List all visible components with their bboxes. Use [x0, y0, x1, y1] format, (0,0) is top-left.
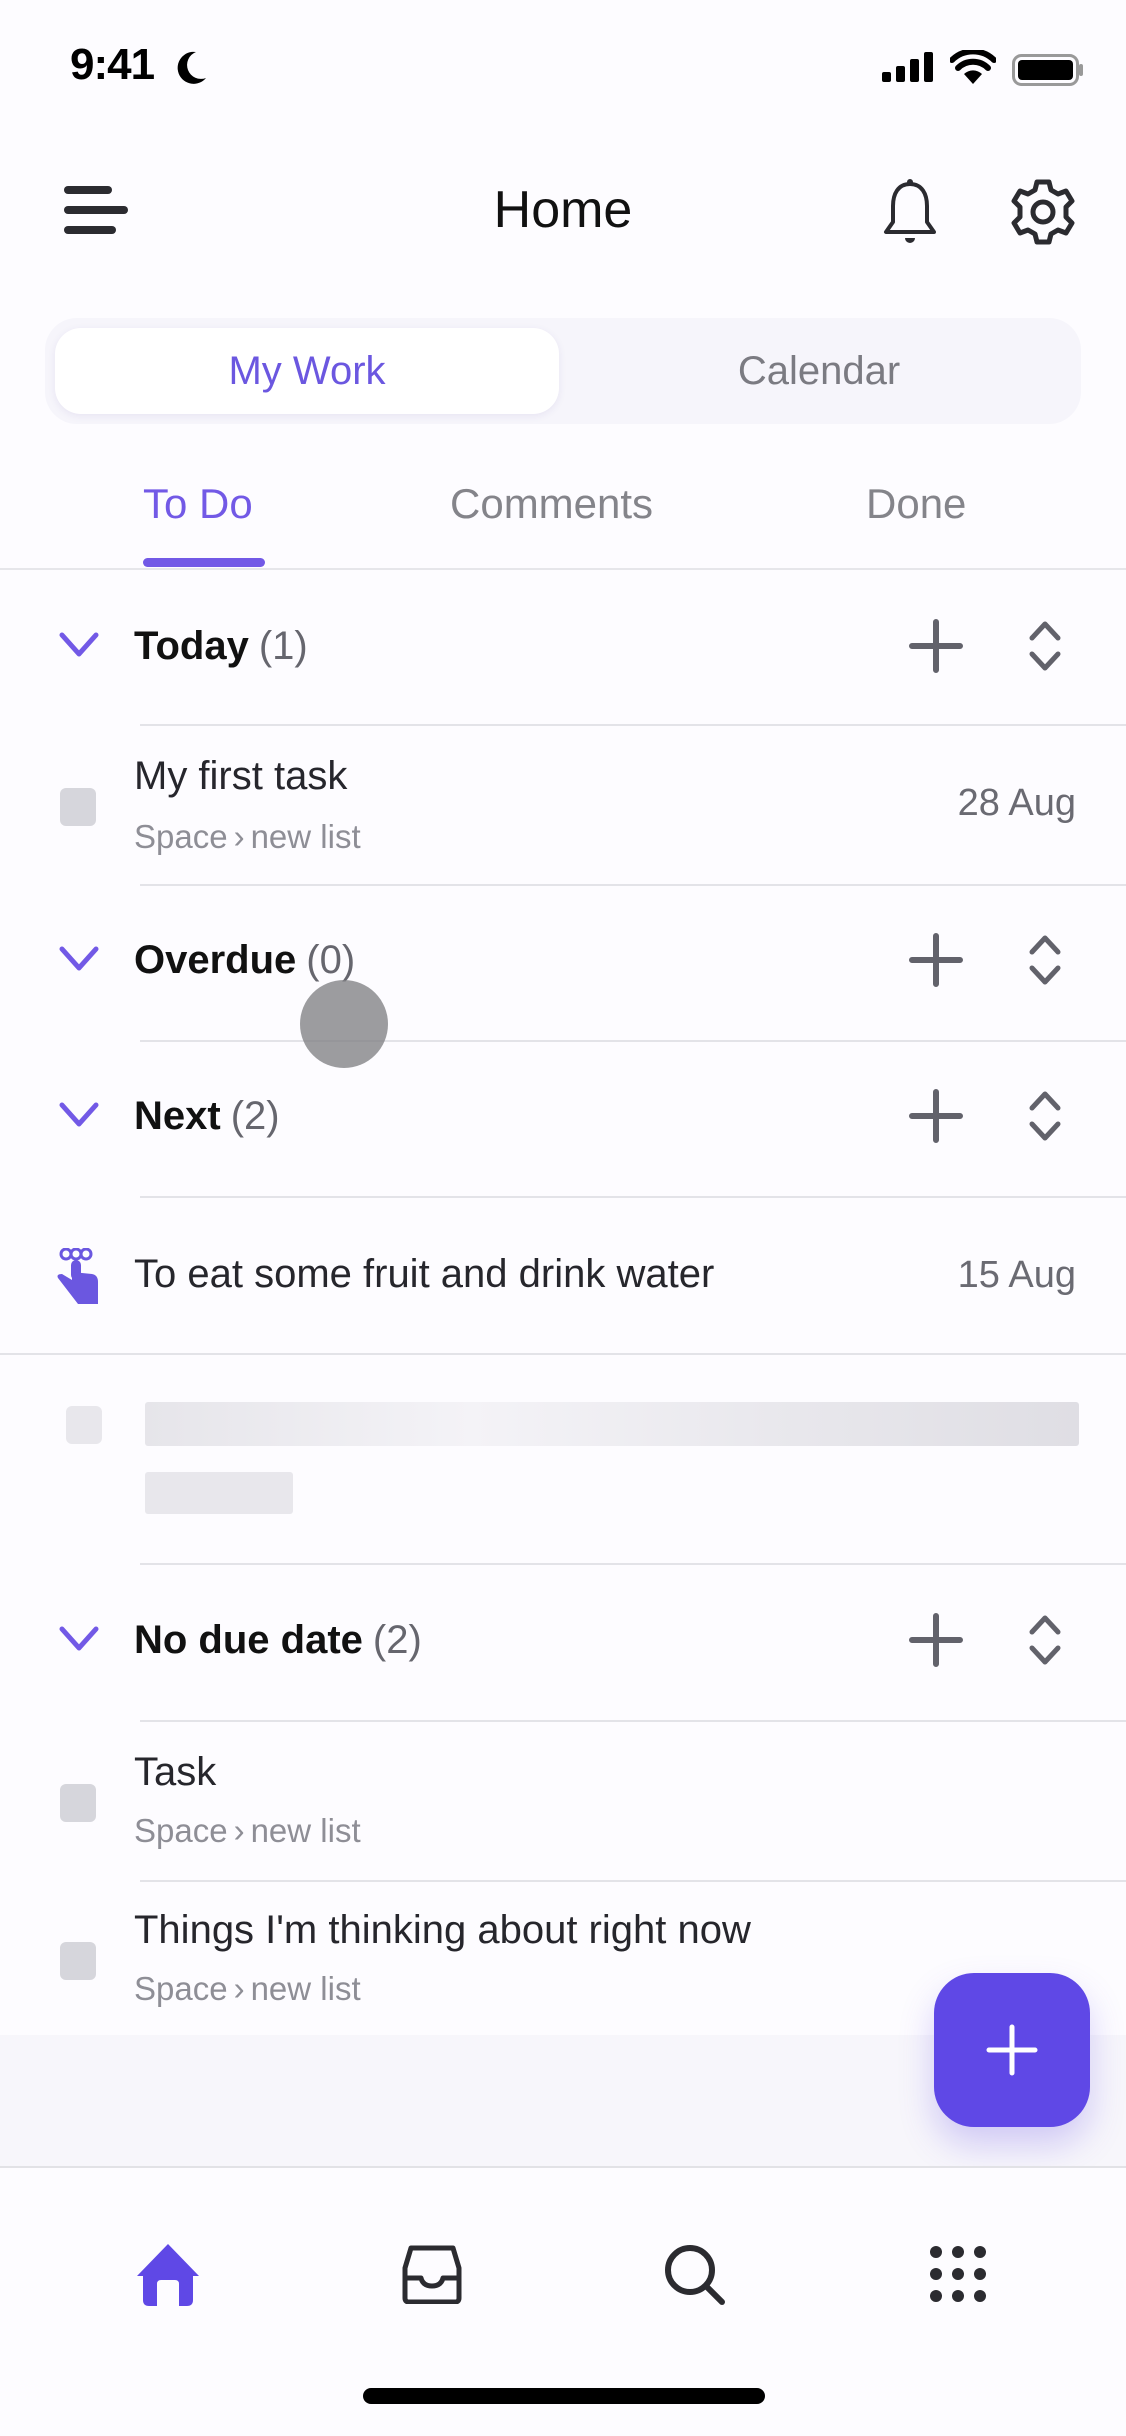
chevron-right-icon: ›: [233, 1812, 245, 1849]
expand-collapse-icon[interactable]: [1020, 928, 1070, 992]
search-icon: [665, 2245, 725, 2305]
chevron-down-icon[interactable]: [58, 1624, 100, 1654]
section-title: No due date (2): [134, 1618, 422, 1662]
status-time: 9:41: [70, 40, 155, 89]
section-title: Today (1): [134, 624, 308, 668]
task-checkbox[interactable]: [60, 1784, 96, 1822]
chevron-right-icon: ›: [233, 818, 245, 855]
battery-icon: [1012, 54, 1083, 86]
section-count: (0): [306, 938, 356, 982]
nav-search[interactable]: [654, 2234, 734, 2314]
task-row[interactable]: My first task Space › new list 28 Aug: [0, 726, 1126, 884]
section-header-no-due-date[interactable]: No due date (2): [0, 1602, 1126, 1682]
tab-done[interactable]: Done: [866, 480, 966, 528]
expand-collapse-icon[interactable]: [1020, 1608, 1070, 1672]
divider: [140, 1563, 1126, 1565]
task-due-date: 28 Aug: [957, 782, 1076, 824]
task-checkbox[interactable]: [60, 788, 96, 826]
moon-icon: [177, 51, 206, 84]
section-title: Next (2): [134, 1094, 280, 1138]
expand-collapse-icon[interactable]: [1020, 1084, 1070, 1148]
loading-placeholder-row: [0, 1355, 1126, 1563]
plus-icon[interactable]: [906, 1610, 966, 1670]
reminder-hand-icon[interactable]: [52, 1248, 102, 1304]
plus-icon: [986, 2024, 1038, 2076]
inbox-icon: [402, 2245, 462, 2304]
tab-bar-top: To Do Comments Done: [0, 470, 1126, 570]
notifications-button[interactable]: [878, 178, 942, 250]
task-title: Things I'm thinking about right now: [134, 1908, 751, 1952]
task-title: To eat some fruit and drink water: [134, 1252, 715, 1296]
section-count: (1): [258, 624, 308, 668]
view-segmented-control: My Work Calendar: [45, 318, 1081, 424]
task-location: Space › new list: [134, 818, 361, 855]
tab-to-do[interactable]: To Do: [143, 480, 253, 528]
wifi-icon: [950, 50, 996, 84]
nav-home[interactable]: [128, 2234, 208, 2314]
expand-collapse-icon[interactable]: [1020, 614, 1070, 678]
plus-icon[interactable]: [906, 1086, 966, 1146]
signal-icon: [882, 52, 933, 82]
skeleton-subtitle: [145, 1472, 293, 1514]
apps-grid-icon: [930, 2246, 986, 2302]
bell-icon: [884, 179, 936, 243]
plus-icon[interactable]: [906, 930, 966, 990]
task-location: Space › new list: [134, 1812, 361, 1849]
chevron-right-icon: ›: [233, 1970, 245, 2007]
section-title: Overdue (0): [134, 938, 356, 982]
plus-icon[interactable]: [906, 616, 966, 676]
skeleton-title: [145, 1402, 1079, 1446]
task-row[interactable]: To eat some fruit and drink water 15 Aug: [0, 1198, 1126, 1353]
chevron-down-icon[interactable]: [58, 1100, 100, 1130]
segment-calendar[interactable]: Calendar: [567, 328, 1071, 414]
home-icon: [137, 2244, 199, 2306]
page-title: Home: [493, 181, 633, 239]
gear-icon: [1011, 179, 1075, 245]
nav-apps[interactable]: [918, 2234, 998, 2314]
task-location: Space › new list: [134, 1970, 361, 2007]
section-count: (2): [230, 1094, 280, 1138]
add-task-fab[interactable]: [934, 1973, 1090, 2127]
task-checkbox[interactable]: [60, 1942, 96, 1980]
divider: [140, 1040, 1126, 1042]
section-header-today[interactable]: Today (1): [0, 608, 1126, 688]
active-tab-indicator: [143, 558, 265, 567]
touch-indicator: [300, 980, 388, 1068]
divider: [140, 884, 1126, 886]
task-row[interactable]: Task Space › new list: [0, 1722, 1126, 1880]
home-indicator: [363, 2388, 765, 2404]
tab-comments[interactable]: Comments: [450, 480, 653, 528]
section-header-next[interactable]: Next (2): [0, 1078, 1126, 1158]
section-header-overdue[interactable]: Overdue (0): [0, 922, 1126, 1002]
task-due-date: 15 Aug: [957, 1254, 1076, 1296]
task-title: My first task: [134, 754, 348, 798]
nav-inbox[interactable]: [392, 2234, 472, 2314]
skeleton-checkbox: [66, 1406, 102, 1444]
section-count: (2): [372, 1618, 422, 1662]
chevron-down-icon[interactable]: [58, 944, 100, 974]
chevron-down-icon[interactable]: [58, 630, 100, 660]
segment-my-work[interactable]: My Work: [55, 328, 559, 414]
settings-button[interactable]: [1008, 176, 1078, 248]
task-title: Task: [134, 1750, 217, 1794]
